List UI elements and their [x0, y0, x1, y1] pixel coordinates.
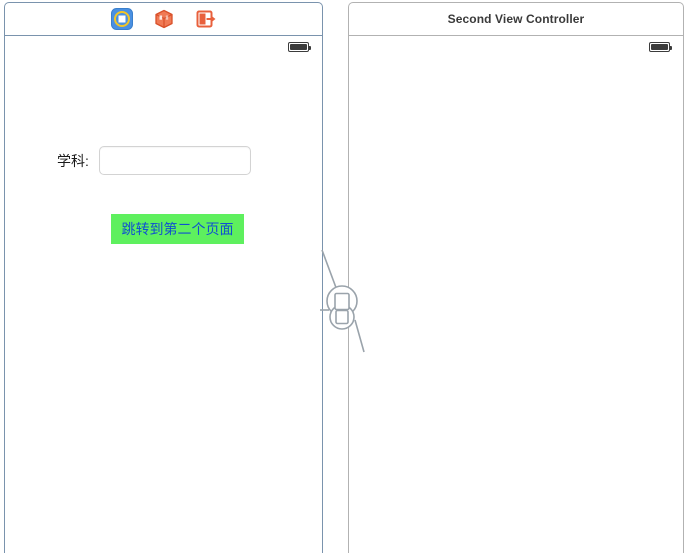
view-controller-icon[interactable]	[110, 8, 133, 30]
battery-nub	[309, 46, 311, 50]
status-bar	[349, 36, 683, 58]
scene-first-view-controller[interactable]: 学科: 跳转到第二个页面	[4, 2, 323, 553]
battery-fill	[290, 44, 307, 50]
jump-to-second-page-button[interactable]: 跳转到第二个页面	[111, 214, 244, 244]
scene-title-bar: Second View Controller	[349, 3, 683, 36]
storyboard-canvas: 学科: 跳转到第二个页面 Second View Controller 学科: …	[0, 0, 684, 553]
status-bar	[5, 36, 322, 58]
subject-form-row: 学科:	[57, 146, 251, 175]
scene-dock-bar	[5, 3, 322, 36]
subject-input[interactable]	[98, 146, 251, 175]
battery-fill	[651, 44, 668, 50]
first-responder-icon[interactable]	[153, 8, 175, 30]
subject-label: 学科:	[57, 152, 89, 169]
exit-icon[interactable]	[195, 8, 217, 30]
dock-icons	[110, 8, 217, 30]
scene-second-view-controller[interactable]: Second View Controller 学科: 跳转到第一个页面	[348, 2, 684, 553]
battery-icon	[649, 42, 672, 52]
battery-nub	[670, 46, 672, 50]
scene-title: Second View Controller	[447, 12, 585, 26]
battery-icon	[288, 42, 311, 52]
modal-segue-hit-area[interactable]	[322, 282, 362, 330]
